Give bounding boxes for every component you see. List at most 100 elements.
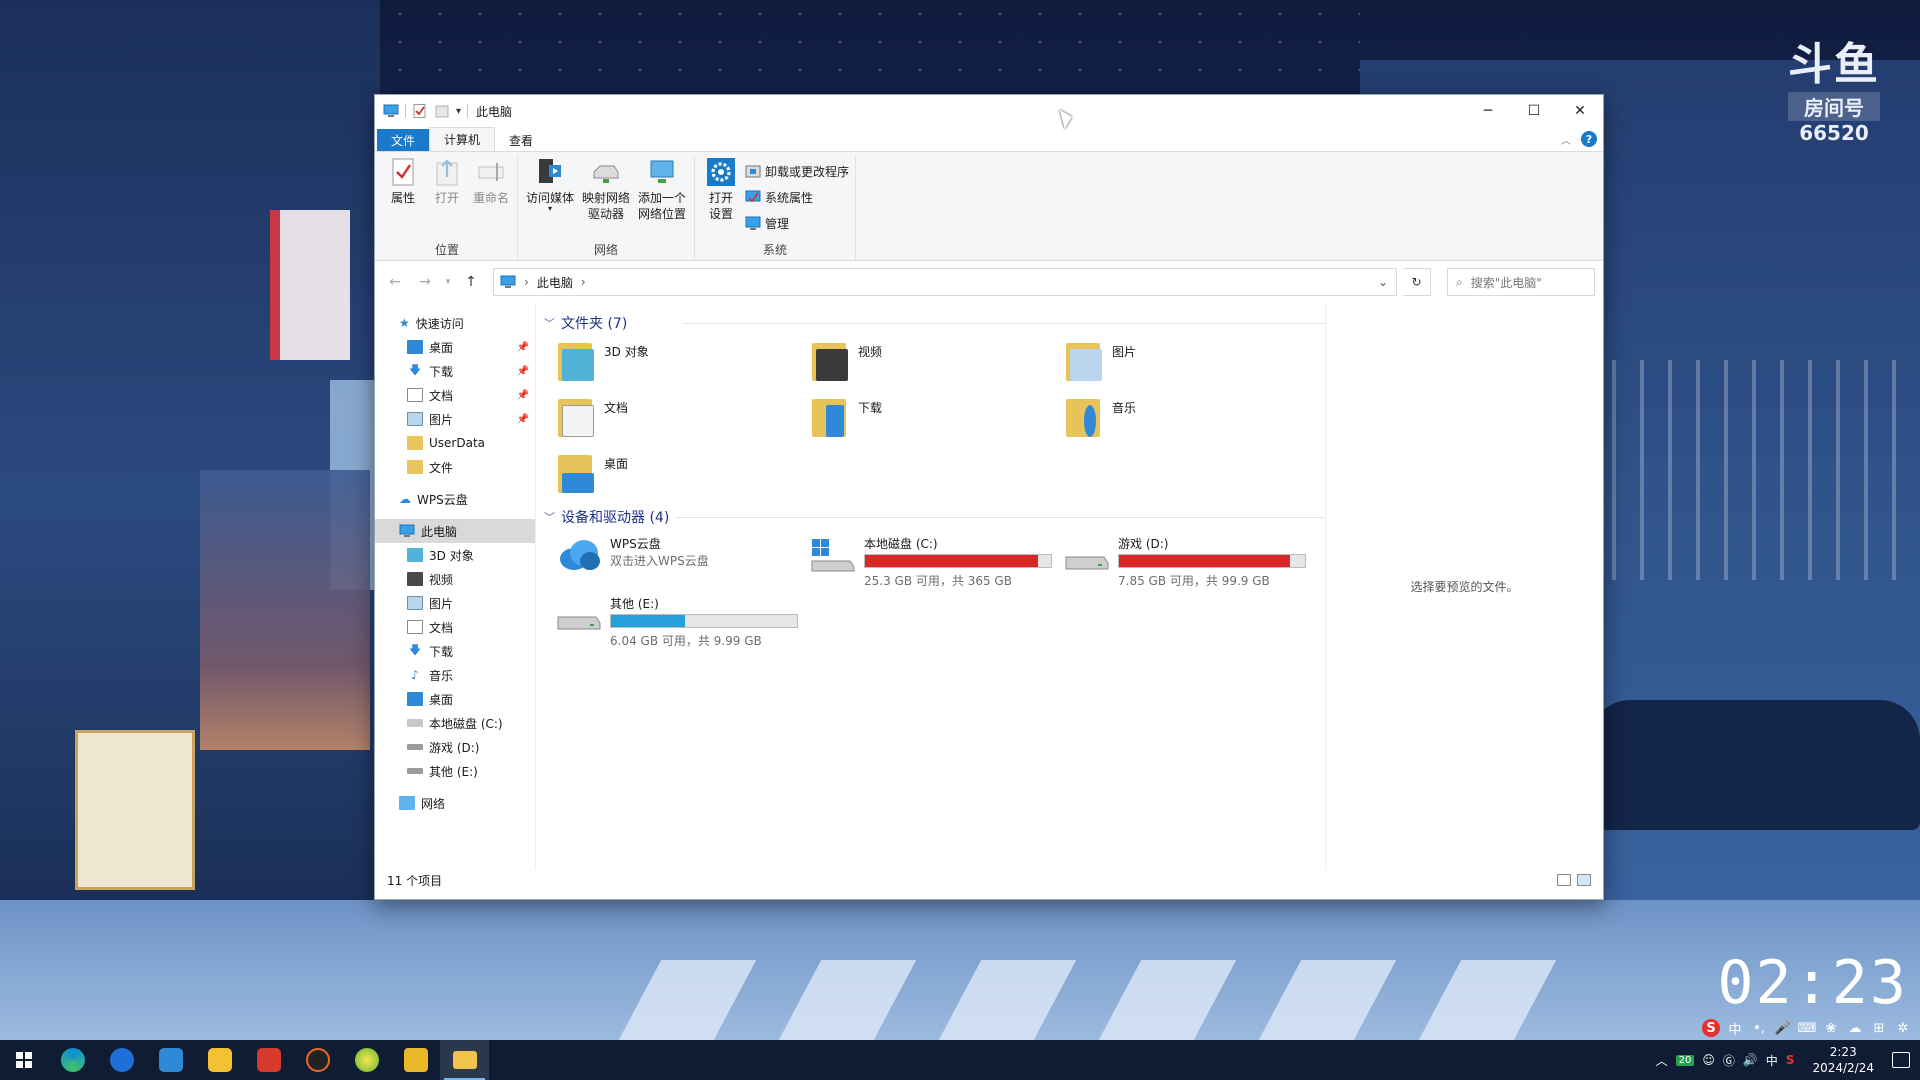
nav-wps-cloud[interactable]: ☁ WPS云盘 — [375, 487, 535, 511]
folders-section-header[interactable]: ﹀ 文件夹 (7) — [544, 313, 1324, 333]
drives-section-header[interactable]: ﹀ 设备和驱动器 (4) — [544, 507, 1324, 527]
tray-overflow-chevron-icon[interactable]: ︿ — [1656, 1052, 1668, 1069]
nav-drive-c[interactable]: 本地磁盘 (C:) — [375, 711, 535, 735]
nav-drive-d[interactable]: 游戏 (D:) — [375, 735, 535, 759]
nav-files[interactable]: 文件 — [375, 455, 535, 479]
folder-3d-objects[interactable]: 3D 对象 — [556, 339, 806, 391]
taskbar-sogou[interactable] — [146, 1040, 195, 1080]
collapse-ribbon-chevron-icon[interactable]: ︿ — [1561, 132, 1571, 147]
pin-icon[interactable]: 📌 — [517, 342, 529, 353]
folder-pictures[interactable]: 图片 — [1064, 339, 1314, 391]
cloud-icon[interactable]: ☁ — [1846, 1019, 1864, 1037]
system-properties-button[interactable]: 系统属性 — [745, 186, 849, 208]
nav-pc-pictures[interactable]: 图片 — [375, 591, 535, 615]
notification-center-icon[interactable] — [1892, 1052, 1910, 1068]
settings-icon[interactable]: ✲ — [1894, 1019, 1912, 1037]
forward-arrow-icon[interactable]: → — [413, 274, 437, 290]
nav-quick-access[interactable]: ★ 快速访问 — [375, 311, 535, 335]
search-box[interactable]: ⌕ 搜索"此电脑" — [1447, 268, 1595, 296]
folder-videos[interactable]: 视频 — [810, 339, 1060, 391]
wps-cloud-drive[interactable]: WPS云盘 双击进入WPS云盘 — [556, 535, 806, 591]
nav-downloads[interactable]: 🡇 下载 📌 — [375, 359, 535, 383]
nav-3d-objects[interactable]: 3D 对象 — [375, 543, 535, 567]
pin-icon[interactable]: 📌 — [517, 414, 529, 425]
taskbar-file-explorer[interactable] — [440, 1040, 489, 1080]
breadcrumb-separator-icon[interactable]: › — [524, 275, 529, 289]
taskbar-l-app[interactable] — [391, 1040, 440, 1080]
title-bar[interactable]: ▾ 此电脑 ─ ☐ ✕ — [375, 95, 1603, 127]
microphone-icon[interactable]: 🎤 — [1774, 1019, 1792, 1037]
details-view-icon[interactable] — [1557, 874, 1571, 886]
nav-pc-documents[interactable]: 文档 — [375, 615, 535, 639]
tab-file[interactable]: 文件 — [377, 129, 430, 151]
close-button[interactable]: ✕ — [1557, 95, 1603, 127]
collapse-chevron-icon[interactable]: ﹀ — [544, 509, 555, 525]
nav-videos[interactable]: 视频 — [375, 567, 535, 591]
access-media-button[interactable]: 访问媒体 ▾ — [524, 156, 576, 240]
sogou-icon[interactable]: S — [1702, 1019, 1720, 1037]
folder-downloads[interactable]: 下载 — [810, 395, 1060, 447]
tab-view[interactable]: 查看 — [495, 129, 547, 151]
taskbar-wps[interactable] — [244, 1040, 293, 1080]
address-bar[interactable]: › 此电脑 › ⌄ — [493, 268, 1397, 296]
sogou-tray-icon[interactable]: S — [1786, 1053, 1795, 1067]
file-explorer-window[interactable]: ▾ 此电脑 ─ ☐ ✕ 文件 计算机 查看 ︿ ? 属性 打开 重命名 位置 访… — [374, 94, 1604, 900]
nav-pc-downloads[interactable]: 🡇 下载 — [375, 639, 535, 663]
folder-documents[interactable]: 文档 — [556, 395, 806, 447]
refresh-button[interactable]: ↻ — [1403, 268, 1431, 296]
drive-e[interactable]: 其他 (E:) 6.04 GB 可用，共 9.99 GB — [556, 595, 806, 651]
back-arrow-icon[interactable]: ← — [383, 274, 407, 290]
taskbar-ball-app[interactable] — [342, 1040, 391, 1080]
apps-grid-icon[interactable]: ⊞ — [1870, 1019, 1888, 1037]
properties-button[interactable]: 属性 — [383, 156, 423, 240]
rename-button[interactable]: 重命名 — [471, 156, 511, 240]
ime-toolbar[interactable]: S 中 •, 🎤 ⌨ ❀ ☁ ⊞ ✲ — [1694, 1016, 1920, 1040]
new-folder-icon[interactable] — [434, 104, 450, 118]
nav-userdata[interactable]: UserData — [375, 431, 535, 455]
punctuation-icon[interactable]: •, — [1750, 1019, 1768, 1037]
nav-pictures[interactable]: 图片 📌 — [375, 407, 535, 431]
up-arrow-icon[interactable]: ↑ — [459, 274, 483, 290]
manage-button[interactable]: 管理 — [745, 212, 849, 234]
pin-icon[interactable]: 📌 — [517, 390, 529, 401]
folder-desktop[interactable]: 桌面 — [556, 451, 806, 503]
breadcrumb-separator-icon[interactable]: › — [581, 275, 586, 289]
ime-indicator[interactable]: 中 — [1766, 1052, 1778, 1069]
nav-this-pc[interactable]: 此电脑 — [375, 519, 535, 543]
ime-mode-icon[interactable]: 中 — [1726, 1019, 1744, 1038]
nav-documents[interactable]: 文档 📌 — [375, 383, 535, 407]
help-icon[interactable]: ? — [1581, 131, 1597, 147]
tray-badge[interactable]: 20 — [1675, 1054, 1695, 1066]
taskbar-edge[interactable] — [48, 1040, 97, 1080]
large-icons-view-icon[interactable] — [1577, 874, 1591, 886]
drive-d[interactable]: 游戏 (D:) 7.85 GB 可用，共 99.9 GB — [1064, 535, 1314, 591]
keyboard-icon[interactable]: ⌨ — [1798, 1019, 1817, 1037]
nav-network[interactable]: 网络 — [375, 791, 535, 815]
customize-toolbar-chevron-icon[interactable]: ▾ — [456, 106, 461, 117]
nav-drive-e[interactable]: 其他 (E:) — [375, 759, 535, 783]
tray-g-icon[interactable]: Ⓖ — [1723, 1052, 1735, 1069]
taskbar-g-app[interactable] — [293, 1040, 342, 1080]
start-button[interactable] — [0, 1040, 48, 1080]
folder-music[interactable]: 音乐 — [1064, 395, 1314, 447]
open-settings-button[interactable]: 打开 设置 — [701, 156, 741, 240]
properties-checkmark-icon[interactable] — [412, 104, 428, 118]
skin-icon[interactable]: ❀ — [1822, 1019, 1840, 1037]
collapse-chevron-icon[interactable]: ﹀ — [544, 315, 555, 331]
recent-locations-chevron-icon[interactable]: ▾ — [443, 277, 453, 287]
maximize-button[interactable]: ☐ — [1511, 95, 1557, 127]
nav-music[interactable]: ♪ 音乐 — [375, 663, 535, 687]
tray-app-icon[interactable]: ☺ — [1702, 1053, 1715, 1067]
taskbar-owl-app[interactable] — [195, 1040, 244, 1080]
taskbar-search-app[interactable] — [97, 1040, 146, 1080]
tab-computer[interactable]: 计算机 — [429, 127, 496, 151]
nav-pc-desktop[interactable]: 桌面 — [375, 687, 535, 711]
volume-icon[interactable]: 🔊 — [1743, 1053, 1758, 1067]
add-network-location-button[interactable]: 添加一个 网络位置 — [636, 156, 688, 240]
map-network-drive-button[interactable]: 映射网络 驱动器 — [580, 156, 632, 240]
taskbar-clock[interactable]: 2:23 2024/2/24 — [1812, 1044, 1874, 1076]
drive-c[interactable]: 本地磁盘 (C:) 25.3 GB 可用，共 365 GB — [810, 535, 1060, 591]
nav-desktop[interactable]: 桌面 📌 — [375, 335, 535, 359]
address-history-chevron-icon[interactable]: ⌄ — [1370, 275, 1396, 289]
pin-icon[interactable]: 📌 — [517, 366, 529, 377]
